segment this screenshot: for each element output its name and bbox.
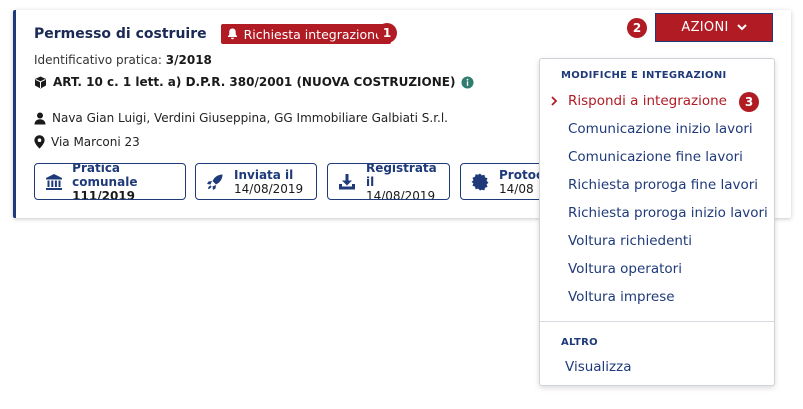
practice-id: Identificativo pratica: 3/2018 (34, 53, 212, 67)
chip-label: Protoc (499, 167, 544, 182)
bank-icon (43, 171, 64, 193)
card-header: Permesso di costruire Richiesta integraz… (34, 24, 391, 44)
actions-area: 2 AZIONI (627, 13, 773, 42)
chip-label: Registrata il (365, 163, 437, 189)
chip-value: 111/2019 (72, 188, 135, 200)
chip-value: 14/08/2019 (234, 181, 304, 196)
menu-item-voltura-operatori[interactable]: Voltura operatori (568, 261, 682, 277)
chip-label: Inviata il (234, 167, 294, 182)
actions-menu: MODIFICHE E INTEGRAZIONI Rispondi a inte… (539, 58, 775, 386)
chip-protocollo: Protoc 14/08 (460, 163, 550, 200)
menu-item-rispondi-integrazione[interactable]: Rispondi a integrazione (568, 93, 727, 109)
chip-value: 14/08/2019 (365, 188, 436, 200)
step-badge-3: 3 (739, 92, 759, 112)
rocket-icon (204, 171, 226, 193)
menu-item-proroga-fine[interactable]: Richiesta proroga fine lavori (568, 177, 758, 193)
article-line: ART. 10 c. 1 lett. a) D.P.R. 380/2001 (N… (34, 75, 474, 89)
chip-pratica-comunale: Pratica comunale 111/2019 (34, 163, 186, 200)
menu-item-comunicazione-fine[interactable]: Comunicazione fine lavori (568, 149, 743, 165)
menu-item-voltura-richiedenti[interactable]: Voltura richiedenti (568, 233, 692, 249)
user-icon (34, 112, 46, 124)
download-tray-icon (336, 171, 358, 193)
step-badge-2: 2 (627, 17, 647, 38)
actions-dropdown-button[interactable]: AZIONI (655, 13, 773, 42)
chip-inviata: Inviata il 14/08/2019 (195, 163, 317, 200)
cube-icon (35, 76, 46, 88)
practice-id-value: 3/2018 (165, 53, 212, 67)
status-badge: Richiesta integrazione (220, 24, 391, 44)
address-line: Via Marconi 23 (34, 135, 140, 149)
seal-icon (469, 171, 491, 193)
chevron-right-icon (551, 96, 558, 106)
bell-icon (227, 28, 237, 40)
step-badge-1: 1 (377, 23, 397, 43)
chevron-down-icon (736, 24, 747, 31)
map-marker-icon (34, 135, 45, 149)
status-badge-label: Richiesta integrazione (243, 26, 383, 42)
chip-label: Pratica comunale (72, 163, 138, 189)
article-text: ART. 10 c. 1 lett. a) D.P.R. 380/2001 (N… (53, 75, 456, 89)
menu-section-title: ALTRO (561, 337, 598, 348)
chip-registrata: Registrata il 14/08/2019 (327, 163, 450, 200)
menu-item-proroga-inizio[interactable]: Richiesta proroga inizio lavori (568, 205, 768, 221)
info-icon[interactable] (461, 76, 474, 89)
menu-divider (540, 321, 774, 322)
chip-value: 14/08 (499, 181, 534, 196)
menu-item-visualizza[interactable]: Visualizza (565, 359, 632, 375)
applicants-line: Nava Gian Luigi, Verdini Giuseppina, GG … (34, 111, 448, 125)
practice-id-label: Identificativo pratica: (34, 53, 162, 67)
actions-button-label: AZIONI (681, 20, 729, 35)
applicants-text: Nava Gian Luigi, Verdini Giuseppina, GG … (52, 111, 448, 125)
practice-title: Permesso di costruire (34, 26, 207, 42)
menu-item-voltura-imprese[interactable]: Voltura imprese (568, 289, 675, 305)
menu-item-comunicazione-inizio[interactable]: Comunicazione inizio lavori (568, 121, 753, 137)
address-text: Via Marconi 23 (51, 135, 140, 149)
menu-section-title: MODIFICHE E INTEGRAZIONI (561, 70, 727, 81)
